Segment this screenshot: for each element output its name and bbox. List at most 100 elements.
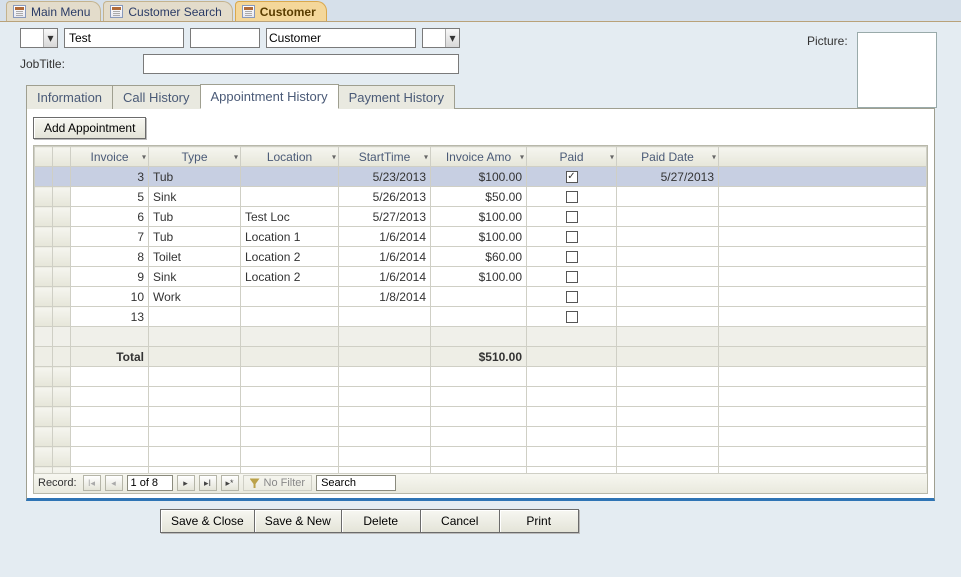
col-starttime[interactable]: StartTime▾: [339, 147, 431, 167]
cell-location[interactable]: [241, 187, 339, 207]
checkbox-icon[interactable]: [566, 191, 578, 203]
cell-type[interactable]: Sink: [149, 267, 241, 287]
cell-invoice[interactable]: 6: [71, 207, 149, 227]
cell-starttime[interactable]: 1/6/2014: [339, 227, 431, 247]
save-close-button[interactable]: Save & Close: [160, 509, 255, 533]
cell-paid-date[interactable]: [617, 247, 719, 267]
cell-amount[interactable]: [431, 287, 527, 307]
nav-next-button[interactable]: ▸: [177, 475, 195, 491]
col-invoice[interactable]: Invoice▾: [71, 147, 149, 167]
expand-cell[interactable]: [53, 167, 71, 187]
cell-starttime[interactable]: [339, 307, 431, 327]
expand-cell[interactable]: [53, 227, 71, 247]
save-new-button[interactable]: Save & New: [254, 509, 342, 533]
table-row[interactable]: 6TubTest Loc5/27/2013$100.00: [35, 207, 927, 227]
doc-tab-main-menu[interactable]: Main Menu: [6, 1, 101, 21]
nav-first-button[interactable]: I◂: [83, 475, 101, 491]
cell-invoice[interactable]: 7: [71, 227, 149, 247]
cell-paid-date[interactable]: [617, 307, 719, 327]
col-invoice-amount[interactable]: Invoice Amo▾: [431, 147, 527, 167]
cell-amount[interactable]: $100.00: [431, 167, 527, 187]
cell-paid[interactable]: ✓: [527, 167, 617, 187]
cell-paid-date[interactable]: [617, 227, 719, 247]
cell-starttime[interactable]: 1/6/2014: [339, 247, 431, 267]
last-name-combo[interactable]: [266, 28, 416, 48]
cell-starttime[interactable]: 5/26/2013: [339, 187, 431, 207]
cell-invoice[interactable]: 5: [71, 187, 149, 207]
cancel-button[interactable]: Cancel: [420, 509, 500, 533]
cell-amount[interactable]: $100.00: [431, 207, 527, 227]
col-type[interactable]: Type▾: [149, 147, 241, 167]
cell-location[interactable]: [241, 287, 339, 307]
cell-type[interactable]: Tub: [149, 167, 241, 187]
row-selector[interactable]: [35, 227, 53, 247]
cell-invoice[interactable]: 9: [71, 267, 149, 287]
row-selector[interactable]: [35, 207, 53, 227]
cell-starttime[interactable]: 1/6/2014: [339, 267, 431, 287]
row-selector[interactable]: [35, 267, 53, 287]
table-row[interactable]: 10Work 1/8/2014: [35, 287, 927, 307]
checkbox-icon[interactable]: [566, 291, 578, 303]
cell-starttime[interactable]: 1/8/2014: [339, 287, 431, 307]
cell-type[interactable]: Tub: [149, 207, 241, 227]
row-selector[interactable]: [35, 247, 53, 267]
cell-type[interactable]: [149, 307, 241, 327]
nav-prev-button[interactable]: ◂: [105, 475, 123, 491]
table-row[interactable]: 5Sink 5/26/2013$50.00: [35, 187, 927, 207]
checkbox-icon[interactable]: [566, 211, 578, 223]
cell-location[interactable]: [241, 307, 339, 327]
prefix-combo[interactable]: ▾: [20, 28, 58, 48]
checkbox-icon[interactable]: [566, 271, 578, 283]
jobtitle-input[interactable]: [143, 54, 459, 74]
cell-invoice[interactable]: 10: [71, 287, 149, 307]
last-name-input[interactable]: [267, 30, 397, 46]
cell-amount[interactable]: $60.00: [431, 247, 527, 267]
expand-cell[interactable]: [53, 247, 71, 267]
cell-type[interactable]: Toilet: [149, 247, 241, 267]
cell-location[interactable]: Location 1: [241, 227, 339, 247]
doc-tab-customer-search[interactable]: Customer Search: [103, 1, 232, 21]
cell-invoice[interactable]: 3: [71, 167, 149, 187]
cell-paid-date[interactable]: [617, 287, 719, 307]
expand-cell[interactable]: [53, 287, 71, 307]
cell-location[interactable]: Location 2: [241, 267, 339, 287]
print-button[interactable]: Print: [499, 509, 579, 533]
nav-last-button[interactable]: ▸I: [199, 475, 217, 491]
picture-frame[interactable]: [857, 32, 937, 108]
middle-name-input[interactable]: [190, 28, 260, 48]
cell-location[interactable]: [241, 167, 339, 187]
cell-paid-date[interactable]: [617, 267, 719, 287]
table-row[interactable]: 8ToiletLocation 21/6/2014$60.00: [35, 247, 927, 267]
first-name-input[interactable]: [64, 28, 184, 48]
cell-type[interactable]: Sink: [149, 187, 241, 207]
tab-payment-history[interactable]: Payment History: [338, 85, 455, 109]
delete-button[interactable]: Delete: [341, 509, 421, 533]
checkbox-icon[interactable]: [566, 311, 578, 323]
table-row[interactable]: 13: [35, 307, 927, 327]
cell-amount[interactable]: $50.00: [431, 187, 527, 207]
cell-paid[interactable]: [527, 187, 617, 207]
cell-location[interactable]: Test Loc: [241, 207, 339, 227]
col-paid-date[interactable]: Paid Date▾: [617, 147, 719, 167]
cell-location[interactable]: Location 2: [241, 247, 339, 267]
expand-cell[interactable]: [53, 207, 71, 227]
tab-information[interactable]: Information: [26, 85, 113, 109]
row-selector[interactable]: [35, 167, 53, 187]
cell-starttime[interactable]: 5/27/2013: [339, 207, 431, 227]
expand-cell[interactable]: [53, 307, 71, 327]
suffix-combo[interactable]: ▾: [422, 28, 460, 48]
table-row[interactable]: 3Tub5/23/2013$100.00✓5/27/2013: [35, 167, 927, 187]
cell-paid[interactable]: [527, 307, 617, 327]
cell-paid[interactable]: [527, 247, 617, 267]
add-appointment-button[interactable]: Add Appointment: [33, 117, 146, 139]
expand-cell[interactable]: [53, 187, 71, 207]
table-row[interactable]: 7TubLocation 11/6/2014$100.00: [35, 227, 927, 247]
cell-paid[interactable]: [527, 287, 617, 307]
cell-starttime[interactable]: 5/23/2013: [339, 167, 431, 187]
row-selector[interactable]: [35, 187, 53, 207]
select-all-rowhead[interactable]: [35, 147, 53, 167]
record-position-input[interactable]: [127, 475, 173, 491]
cell-amount[interactable]: $100.00: [431, 227, 527, 247]
checkbox-icon[interactable]: [566, 231, 578, 243]
cell-type[interactable]: Work: [149, 287, 241, 307]
